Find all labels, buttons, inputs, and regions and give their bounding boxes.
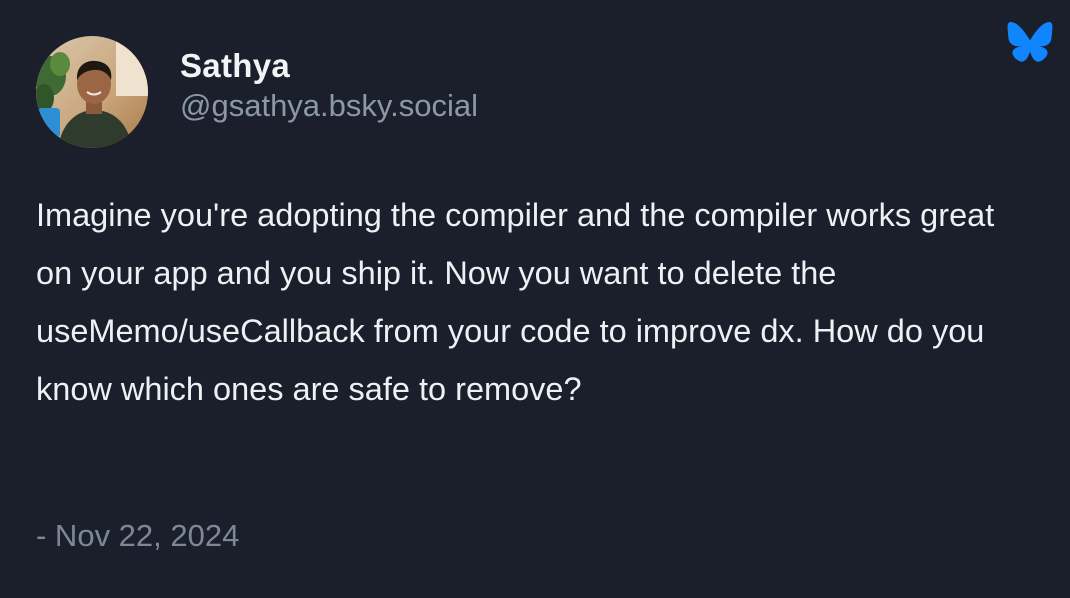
avatar-image — [36, 36, 148, 148]
avatar[interactable] — [36, 36, 148, 148]
post-timestamp[interactable]: - Nov 22, 2024 — [36, 516, 239, 556]
bluesky-butterfly-icon[interactable] — [1007, 21, 1053, 62]
author-display-name[interactable]: Sathya — [180, 46, 290, 86]
post-card: Sathya @gsathya.bsky.social Imagine you'… — [0, 0, 1070, 598]
post-text: Imagine you're adopting the compiler and… — [36, 197, 995, 407]
author-handle[interactable]: @gsathya.bsky.social — [180, 87, 478, 125]
bluesky-butterfly-svg — [1007, 21, 1053, 62]
